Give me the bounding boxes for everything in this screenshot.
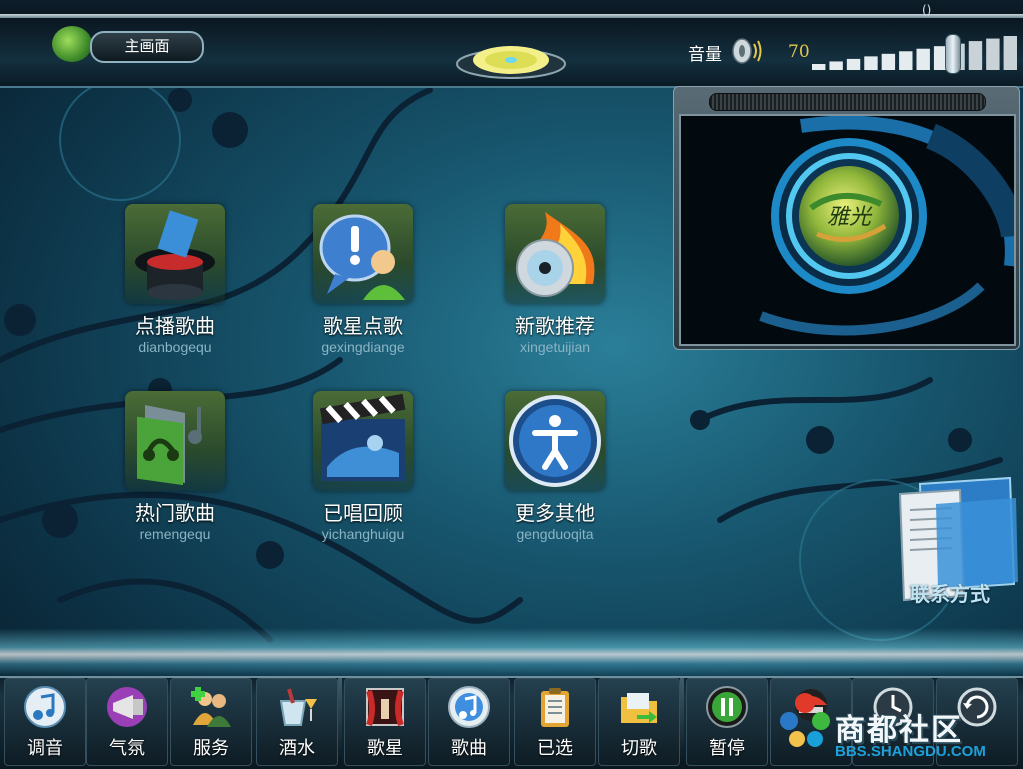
speaker-icon[interactable] — [730, 38, 764, 64]
bottom-button-zanting[interactable]: 暂停 — [686, 678, 768, 766]
menu-item-xingetuijian[interactable]: 新歌推荐 xingetuijian — [480, 204, 630, 355]
folder-arrow-icon — [621, 693, 657, 723]
menu-pinyin: remengequ — [139, 526, 211, 542]
bottom-button-tiaoyin[interactable]: 调音 — [4, 678, 86, 766]
volume-bar — [916, 48, 930, 70]
volume-label: 音量 — [688, 45, 722, 65]
volume-bar — [812, 64, 826, 70]
menu-pinyin: xingetuijian — [519, 339, 591, 355]
preview-screen[interactable]: 雅光 — [679, 114, 1016, 346]
bottom-button-label: 歌曲 — [451, 738, 487, 759]
chat-user-icon — [313, 204, 413, 304]
bottom-button-label: 调音 — [27, 738, 63, 759]
menu-item-dianbogequ[interactable]: 点播歌曲 dianbogequ — [100, 204, 250, 355]
music-note-icon — [24, 686, 66, 728]
volume-bar — [968, 41, 983, 70]
bottom-button-label: 酒水 — [279, 738, 315, 759]
volume-bar — [1003, 36, 1017, 70]
volume-bar — [986, 38, 1000, 70]
bottom-button-yixuan[interactable]: 已选 — [514, 678, 596, 766]
preview-panel: 雅光 — [673, 86, 1020, 350]
watermark: 商都社区 BBS.SHANGDU.COM — [775, 685, 1021, 765]
menu-pinyin: dianbogequ — [138, 339, 212, 355]
bottom-button-label: 切歌 — [621, 738, 657, 759]
menu-pinyin: yichanghuigu — [321, 526, 405, 542]
home-button[interactable]: 主画面 — [90, 31, 204, 63]
bottom-button-label: 服务 — [193, 738, 229, 759]
brand-logo-icon — [52, 26, 92, 62]
megaphone-icon — [107, 687, 147, 727]
flaming-disc-icon — [505, 204, 605, 304]
preview-logo-text: 雅光 — [827, 205, 873, 230]
staff-icon — [191, 687, 231, 727]
center-lamp-icon — [456, 46, 566, 79]
bottom-button-label: 气氛 — [109, 738, 145, 759]
volume-bar — [846, 58, 861, 70]
bottom-button-gequ[interactable]: 歌曲 — [428, 678, 510, 766]
bottom-button-fuwu[interactable]: 服务 — [170, 678, 252, 766]
clipboard-icon — [541, 688, 569, 727]
watermark-logo-icon — [780, 693, 830, 747]
volume-value: 70 — [788, 42, 810, 62]
menu-label: 更多其他 — [515, 501, 595, 525]
toolbar-separator — [680, 678, 684, 764]
top-marker: () — [922, 3, 932, 17]
menu-label: 已唱回顾 — [323, 501, 403, 525]
volume-bar — [829, 61, 843, 70]
menu-item-yichanghuigu[interactable]: 已唱回顾 yichanghuigu — [288, 391, 438, 542]
menu-label: 热门歌曲 — [135, 501, 215, 525]
bottom-button-qifen[interactable]: 气氛 — [86, 678, 168, 766]
bottom-button-label: 已选 — [537, 738, 573, 759]
volume-bar — [864, 56, 878, 70]
light-stripe — [0, 628, 1023, 676]
menu-label: 歌星点歌 — [323, 314, 403, 338]
clapperboard-icon — [313, 391, 413, 491]
volume-bar — [881, 53, 896, 70]
bottom-button-label: 歌星 — [367, 738, 403, 759]
menu-pinyin: gengduoqita — [516, 526, 594, 542]
bottom-button-qiege[interactable]: 切歌 — [598, 678, 680, 766]
bottom-button-label: 暂停 — [709, 738, 745, 759]
accessibility-person-icon — [505, 391, 605, 491]
menu-item-gengduoqita[interactable]: 更多其他 gengduoqita — [480, 391, 630, 542]
menu-item-remengequ[interactable]: 热门歌曲 remengequ — [100, 391, 250, 542]
menu-item-gexingdiange[interactable]: 歌星点歌 gexingdiange — [288, 204, 438, 355]
bottom-button-gexing[interactable]: 歌星 — [344, 678, 426, 766]
contact-label: 联系方式 — [910, 582, 990, 606]
volume-slider-knob[interactable] — [945, 34, 961, 74]
toolbar-separator — [338, 678, 342, 764]
watermark-url: BBS.SHANGDU.COM — [835, 743, 986, 760]
stage-icon — [366, 688, 404, 727]
volume-slider[interactable] — [812, 36, 1017, 70]
drinks-icon — [279, 688, 317, 726]
itunes-icon — [448, 686, 490, 728]
preview-logo-art: 雅光 — [759, 116, 1014, 336]
pause-icon — [706, 686, 748, 728]
top-rail — [0, 14, 1023, 18]
speaker-grille — [709, 93, 986, 111]
volume-bar — [899, 51, 913, 70]
menu-pinyin: gexingdiange — [321, 339, 405, 355]
menu-label: 点播歌曲 — [135, 314, 215, 338]
menu-label: 新歌推荐 — [515, 314, 595, 338]
bottom-button-jiushui[interactable]: 酒水 — [256, 678, 338, 766]
music-headphones-icon — [125, 391, 225, 491]
magic-hat-icon — [125, 204, 225, 304]
contact-button[interactable]: 联系方式 — [880, 474, 1020, 606]
